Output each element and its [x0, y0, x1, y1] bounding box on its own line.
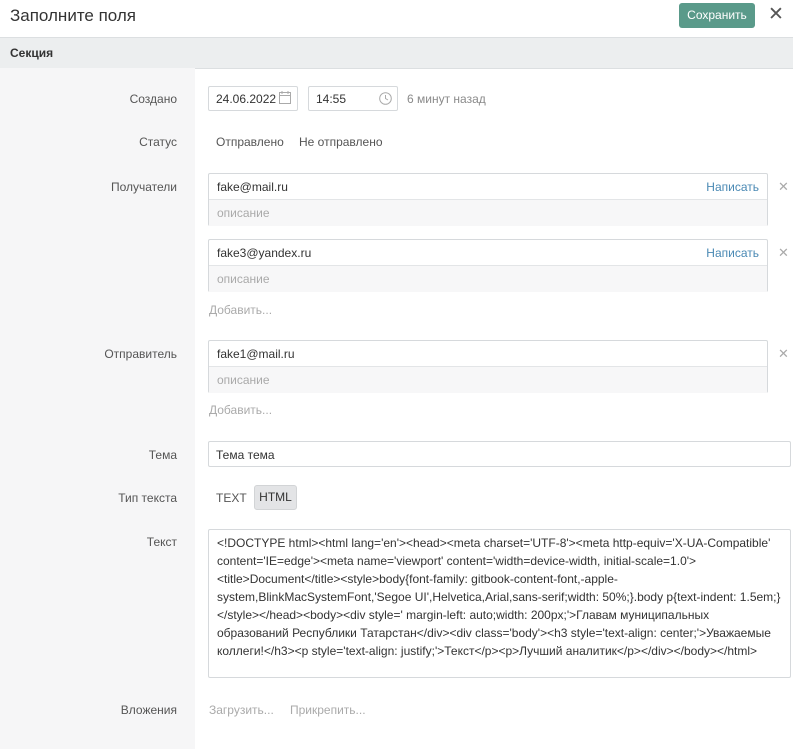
description-placeholder: описание [217, 373, 270, 387]
recipient-email[interactable]: fake3@yandex.ru [217, 246, 311, 260]
time-input[interactable]: 14:55 [308, 86, 398, 111]
description-placeholder: описание [217, 206, 270, 220]
remove-icon[interactable]: ✕ [778, 346, 789, 362]
status-option-sent[interactable]: Отправлено [216, 135, 284, 149]
date-input[interactable]: 24.06.2022 [208, 86, 298, 111]
text-label: Текст [146, 535, 177, 549]
status-label: Статус [139, 135, 177, 149]
section-header: Секция [0, 37, 793, 69]
upload-link[interactable]: Загрузить... [209, 703, 274, 717]
clock-icon[interactable] [379, 92, 392, 108]
dialog-title: Заполните поля [10, 6, 136, 25]
recipient-email[interactable]: fake@mail.ru [217, 180, 288, 194]
write-link[interactable]: Написать [706, 246, 759, 260]
attach-link[interactable]: Прикрепить... [290, 703, 366, 717]
labels-panel [0, 68, 195, 749]
sender-label: Отправитель [104, 347, 177, 361]
write-link[interactable]: Написать [706, 180, 759, 194]
sender-item: fake1@mail.ru описание [208, 340, 768, 393]
recipient-item: fake@mail.ru Написать описание [208, 173, 768, 226]
created-label: Создано [129, 92, 177, 106]
add-recipient-link[interactable]: Добавить... [209, 303, 272, 317]
topic-input[interactable]: Тема тема [208, 441, 791, 467]
calendar-icon[interactable] [279, 91, 291, 107]
text-type-label: Тип текста [118, 491, 177, 505]
sender-description-field[interactable]: описание [209, 366, 767, 393]
description-placeholder: описание [217, 272, 270, 286]
date-value: 24.06.2022 [216, 92, 277, 106]
attachments-label: Вложения [120, 703, 177, 717]
save-button[interactable]: Сохранить [679, 3, 755, 28]
text-area[interactable]: <!DOCTYPE html><html lang='en'><head><me… [208, 529, 791, 678]
text-content: <!DOCTYPE html><html lang='en'><head><me… [217, 536, 781, 658]
add-sender-link[interactable]: Добавить... [209, 403, 272, 417]
recipient-description-field[interactable]: описание [209, 199, 767, 226]
sender-email[interactable]: fake1@mail.ru [217, 347, 295, 361]
recipient-description-field[interactable]: описание [209, 265, 767, 292]
text-type-html-option[interactable]: HTML [254, 485, 297, 510]
remove-icon[interactable]: ✕ [778, 245, 789, 261]
topic-label: Тема [148, 448, 177, 462]
recipient-item: fake3@yandex.ru Написать описание [208, 239, 768, 292]
topic-value: Тема тема [216, 448, 275, 462]
time-value: 14:55 [316, 92, 347, 106]
remove-icon[interactable]: ✕ [778, 179, 789, 195]
section-title: Секция [10, 46, 54, 60]
created-relative: 6 минут назад [407, 92, 486, 106]
status-option-not-sent[interactable]: Не отправлено [299, 135, 383, 149]
text-type-text-option[interactable]: TEXT [216, 491, 247, 505]
close-icon[interactable]: ✕ [766, 3, 786, 27]
recipients-label: Получатели [110, 180, 177, 194]
